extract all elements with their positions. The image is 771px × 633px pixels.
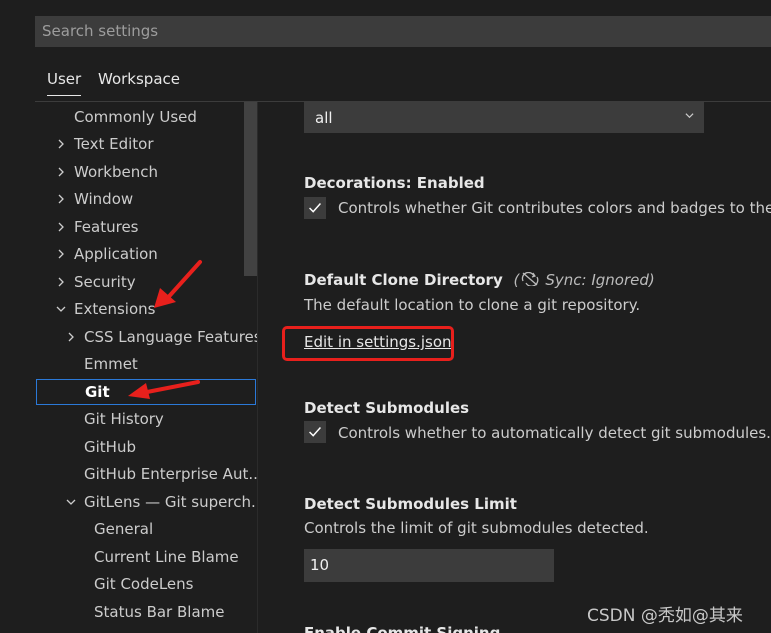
settings-content: all Decorations: Enabled Controls whethe… — [258, 102, 771, 633]
check-icon — [309, 202, 321, 213]
settings-tabs: User Workspace — [35, 62, 771, 102]
detect-submodules-description: Controls whether to automatically detect… — [338, 424, 771, 442]
tree-item-label: CSS Language Features — [84, 328, 257, 346]
setting-name: Default Clone Directory — [304, 271, 503, 289]
setting-name: Enable Commit Signing — [304, 624, 501, 633]
tree-item-label: Security — [74, 273, 136, 291]
sync-ignored-icon — [522, 271, 539, 287]
tab-workspace[interactable]: Workspace — [98, 70, 180, 88]
setting-category: Decorations: — [304, 174, 417, 192]
tree-item-label: Extensions — [74, 300, 156, 318]
tree-item[interactable]: Git History — [35, 406, 256, 432]
tree-item[interactable]: Current Line Blame — [35, 544, 256, 570]
sync-text: Sync: Ignored) — [545, 271, 655, 289]
tree-item[interactable]: Status Bar Blame — [35, 599, 256, 625]
search-input[interactable]: Search settings — [35, 16, 771, 47]
chevron-right-icon — [58, 194, 64, 204]
decorations-title: Decorations: Enabled — [304, 174, 485, 192]
tree-item-label: Emmet — [84, 355, 138, 373]
tree-item[interactable]: Application — [35, 241, 256, 267]
decorations-checkbox[interactable] — [304, 197, 326, 219]
submodules-limit-input[interactable]: 10 — [304, 549, 554, 582]
annotation-arrow-extensions — [154, 260, 202, 308]
detect-submodules-title: Detect Submodules — [304, 399, 469, 417]
chevron-right-icon — [58, 222, 64, 232]
dropdown-value: all — [315, 109, 333, 127]
submodules-limit-description: Controls the limit of git submodules det… — [304, 519, 649, 537]
tree-item-label: Window — [74, 190, 134, 208]
tree-item-label: General — [94, 520, 154, 538]
tree-item-label: Features — [74, 218, 139, 236]
watermark: CSDN @秃如@其来 — [587, 606, 743, 626]
tree-item-label: Workbench — [74, 163, 158, 181]
annotation-arrow-git — [128, 380, 200, 399]
tree-item[interactable]: Extensions — [35, 296, 256, 322]
chevron-down-icon — [56, 306, 66, 312]
chevron-right-icon — [58, 277, 64, 287]
submodules-limit-title: Detect Submodules Limit — [304, 495, 517, 513]
setting-name: Enabled — [416, 174, 485, 192]
tree-item[interactable]: Git CodeLens — [35, 571, 256, 597]
chevron-down-icon — [66, 499, 76, 505]
tree-item[interactable]: Text Editor — [35, 131, 256, 157]
tree-item[interactable]: Emmet — [35, 351, 256, 377]
tree-item[interactable]: Workbench — [35, 159, 256, 185]
annotation-highlight-box — [282, 326, 454, 361]
commit-signing-title: Enable Commit Signing — [304, 624, 500, 633]
tree-item-label: Current Line Blame — [94, 548, 239, 566]
tree-item[interactable]: Features — [35, 214, 256, 240]
chevron-right-icon — [58, 167, 64, 177]
setting-name: Detect Submodules Limit — [304, 495, 517, 513]
tree-item-label: Git CodeLens — [94, 575, 194, 593]
setting-name: Detect Submodules — [304, 399, 470, 417]
chevron-down-icon — [685, 113, 694, 119]
clone-directory-title: Default Clone Directory ( Sync: Ignored) — [304, 271, 655, 289]
dropdown-select[interactable]: all — [304, 102, 704, 133]
tree-item[interactable]: General — [35, 516, 256, 542]
tree-item[interactable]: GitLens — Git superch... — [35, 489, 257, 515]
tree-item[interactable]: CSS Language Features — [35, 324, 257, 350]
tree-item-label: Commonly Used — [74, 108, 197, 126]
sync-ignored-label: ( Sync: Ignored) — [514, 271, 655, 289]
tree-item-label: GitLens — Git superch... — [84, 493, 257, 511]
chevron-right-icon — [58, 249, 64, 259]
tab-user[interactable]: User — [47, 70, 82, 96]
tree-item-label: Application — [74, 245, 158, 263]
tree-item[interactable]: Window — [35, 186, 256, 212]
tree-item[interactable]: Security — [35, 269, 256, 295]
toc-scrollbar-thumb[interactable] — [244, 102, 257, 276]
tree-item-label: Git History — [84, 410, 164, 428]
tree-item-label: Text Editor — [74, 135, 154, 153]
settings-toc-tree: Commonly Used Text Editor Workbench Window F… — [35, 102, 257, 633]
chevron-right-icon — [68, 332, 74, 342]
chevron-right-icon — [58, 139, 64, 149]
tree-item-label: GitHub — [84, 438, 136, 456]
detect-submodules-checkbox[interactable] — [304, 421, 326, 443]
decorations-description: Controls whether Git contributes colors … — [338, 199, 771, 217]
tree-item[interactable]: Commonly Used — [35, 104, 256, 130]
clone-directory-description: The default location to clone a git repo… — [304, 296, 641, 314]
tree-item[interactable]: GitHub Enterprise Aut... — [35, 461, 257, 487]
tree-item-label: Status Bar Blame — [94, 603, 225, 621]
tree-item-label: Git — [85, 383, 110, 401]
tree-item-label: GitHub Enterprise Aut... — [84, 465, 257, 483]
check-icon — [309, 426, 321, 437]
tree-item[interactable]: GitHub — [35, 434, 256, 460]
